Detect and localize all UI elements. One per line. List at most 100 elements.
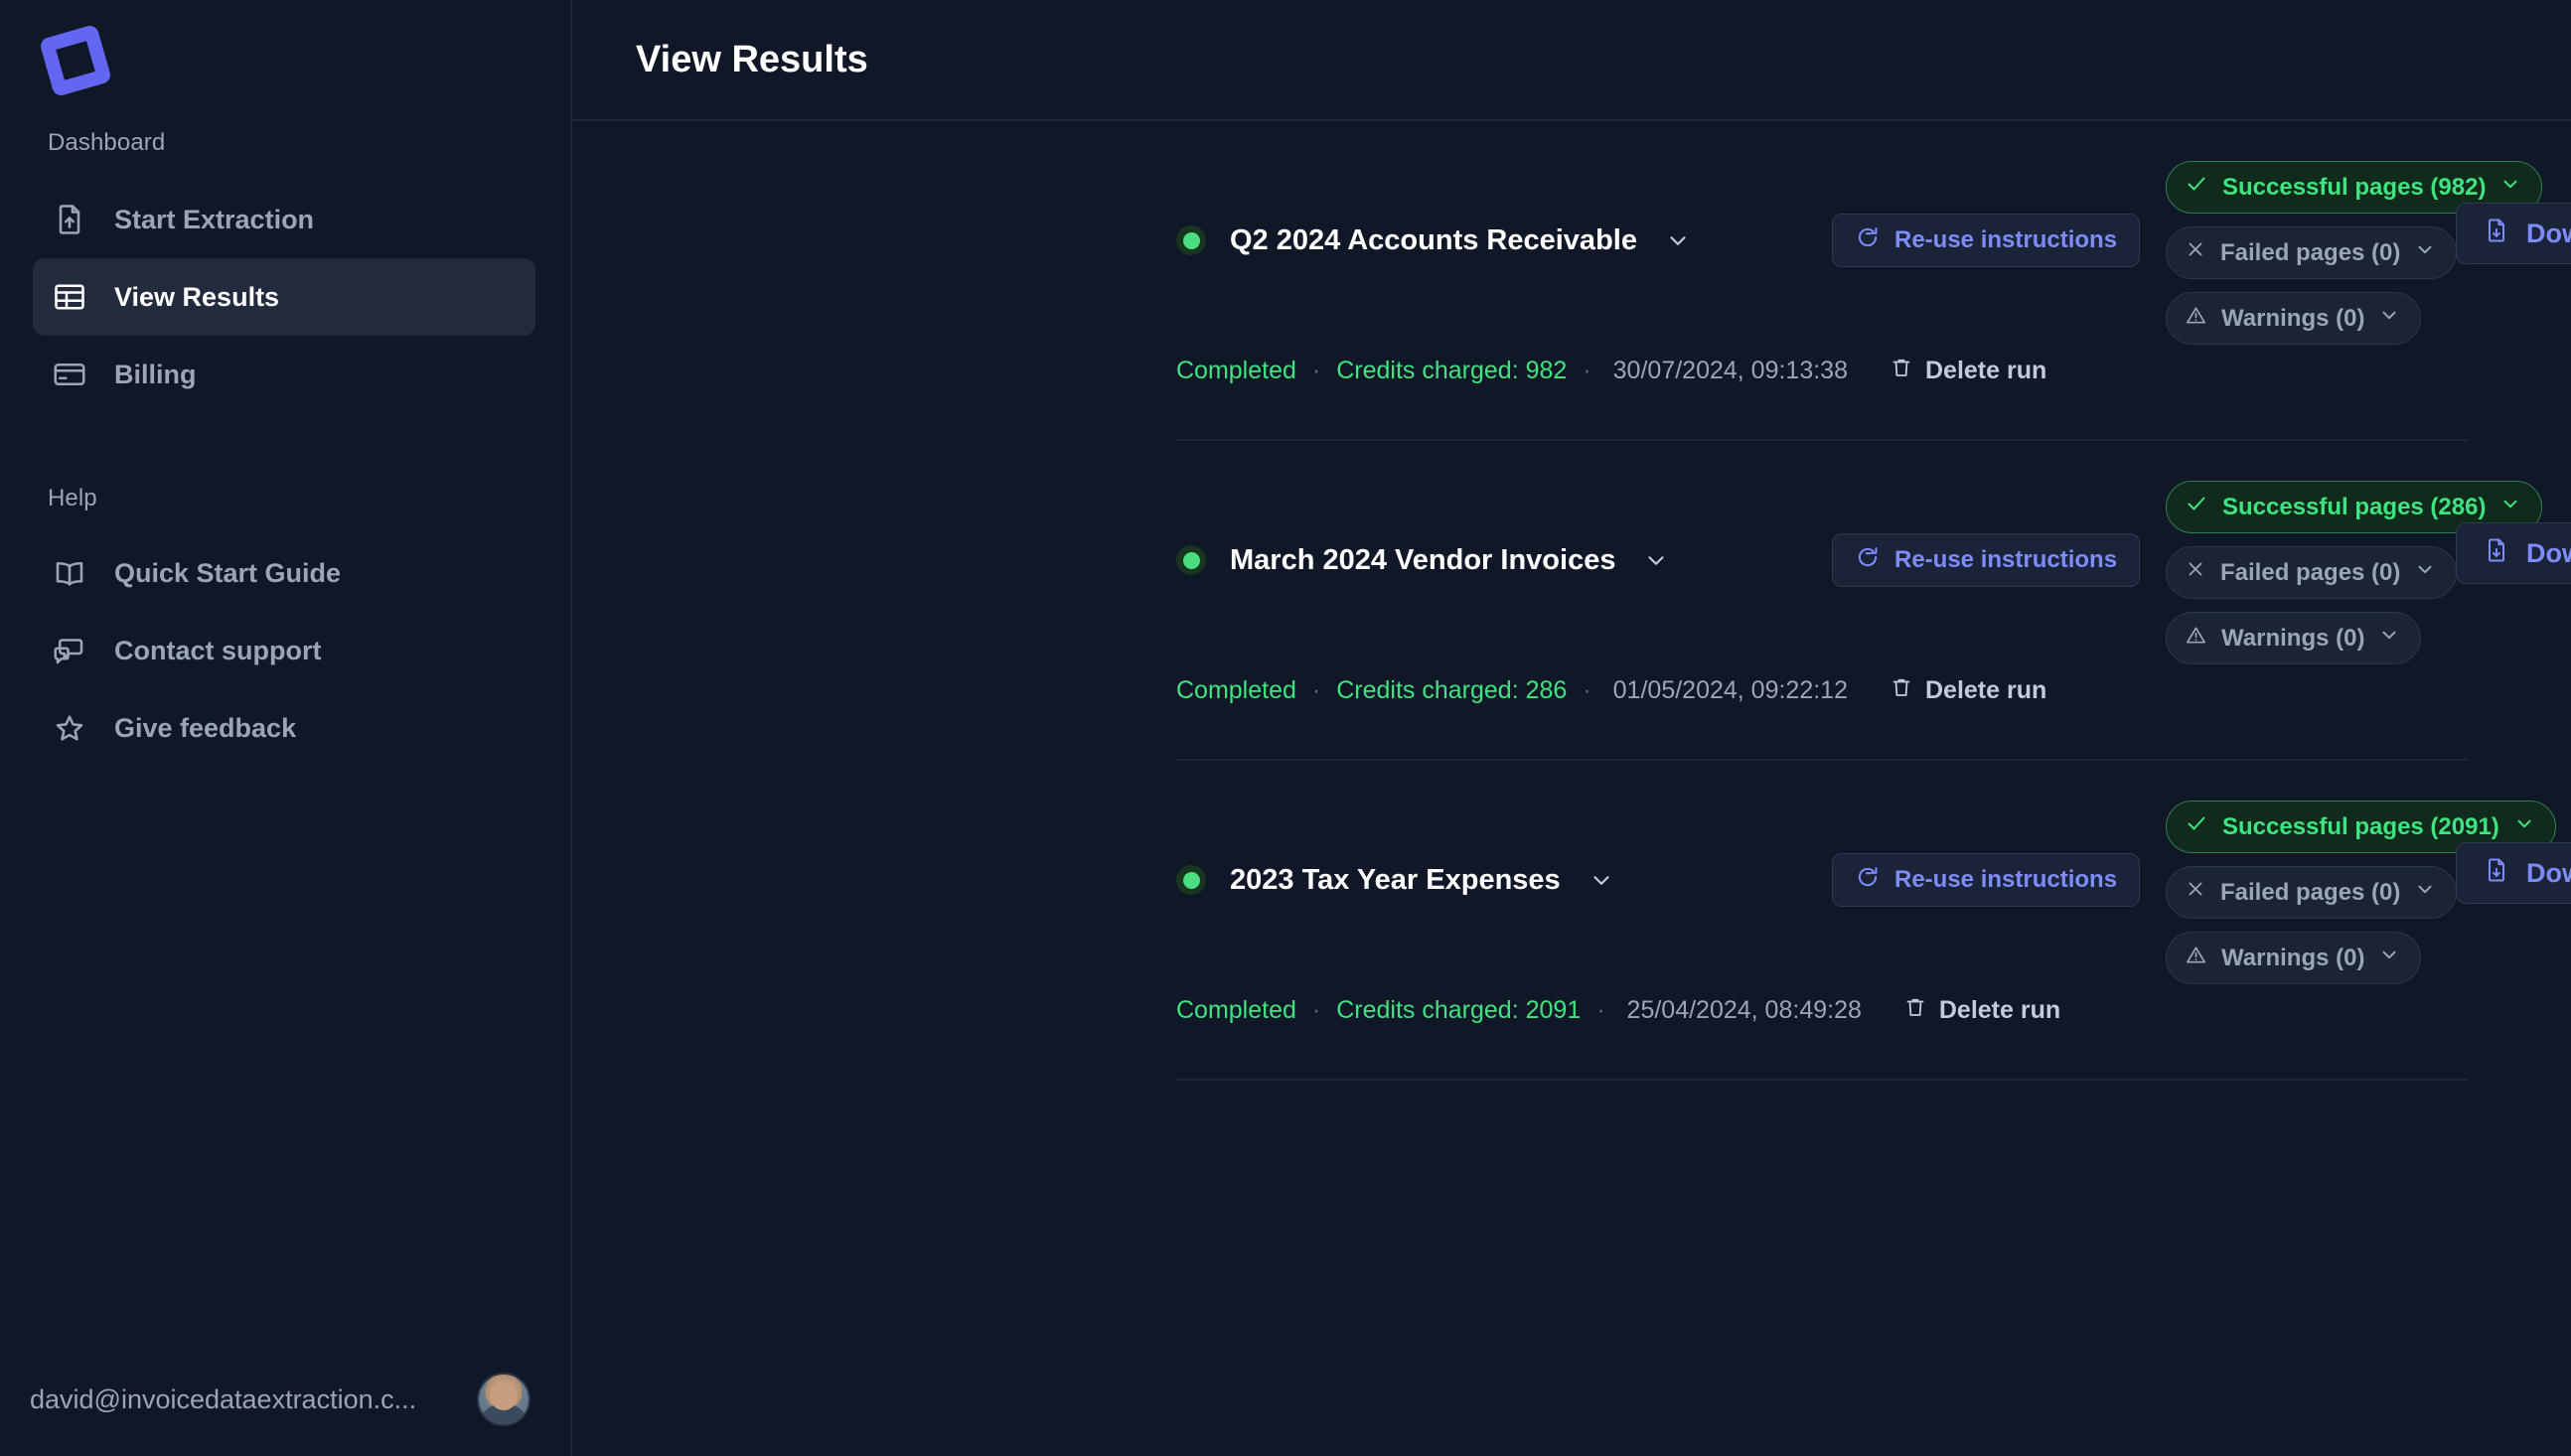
status-badge-failed-label: Failed pages (0) [2220,878,2401,906]
file-download-icon [2483,856,2510,891]
star-icon [51,709,88,747]
meta-separator: · [1311,996,1321,1024]
run-meta: Completed · Credits charged: 982 · 30/07… [1176,356,2046,386]
reuse-instructions-button[interactable]: Re-use instructions [1832,853,2141,907]
run-name: March 2024 Vendor Invoices [1230,543,1616,576]
reuse-instructions-button[interactable]: Re-use instructions [1832,533,2141,587]
reuse-instructions-button[interactable]: Re-use instructions [1832,214,2141,267]
check-icon [2185,811,2208,842]
logo-container[interactable] [0,0,570,129]
chevron-down-icon[interactable] [2513,812,2535,841]
sidebar-item-start-extraction[interactable]: Start Extraction [33,181,535,258]
run-status-text: Completed [1176,357,1296,384]
table-row: Q2 2024 Accounts Receivable Re-use instr… [1176,121,2571,441]
page-title: View Results [636,38,868,80]
meta-separator: · [1583,357,1591,384]
download-spreadsheet-button[interactable]: Download spreadsheet [2456,842,2571,904]
sidebar-item-view-results[interactable]: View Results [33,258,535,336]
download-spreadsheet-button[interactable]: Download spreadsheet [2456,203,2571,264]
run-name: 2023 Tax Year Expenses [1230,863,1561,896]
meta-separator: · [1311,357,1321,384]
reuse-instructions-label: Re-use instructions [1894,226,2118,253]
delete-run-button[interactable]: Delete run [1890,356,2046,386]
delete-run-label: Delete run [1924,357,2047,384]
chat-bubbles-icon [51,632,88,669]
chevron-down-icon[interactable] [1665,227,1691,253]
chevron-down-icon[interactable] [2499,493,2521,521]
table-row: 2023 Tax Year Expenses Re-use instructio… [1176,761,2571,1081]
status-badge-warnings[interactable]: Warnings (0) [2166,932,2422,984]
run-credits: Credits charged: 982 [1336,357,1568,384]
chevron-down-icon[interactable] [2378,304,2400,333]
status-badge-failed-pages[interactable]: Failed pages (0) [2166,866,2458,919]
status-dot-success-icon [1176,865,1206,895]
app-root: Dashboard Start Extraction View Results … [0,0,2571,1456]
run-credits: Credits charged: 286 [1336,676,1568,704]
chevron-down-icon[interactable] [2414,558,2436,587]
run-status-text: Completed [1176,676,1296,704]
chevron-down-icon[interactable] [2499,173,2521,202]
user-avatar[interactable] [477,1373,530,1426]
meta-separator: · [1311,676,1321,704]
sidebar-item-label-quick-start-guide: Quick Start Guide [114,557,342,588]
sidebar-section-label-dashboard: Dashboard [48,129,166,156]
app-logo[interactable] [41,26,110,95]
delete-run-label: Delete run [1938,996,2061,1024]
check-icon [2185,172,2208,203]
sidebar-item-billing[interactable]: Billing [33,336,535,413]
delete-run-button[interactable]: Delete run [1890,675,2046,706]
run-main-row: March 2024 Vendor Invoices Re-use instru… [1176,441,2571,679]
download-spreadsheet-label: Download spreadsheet [2526,537,2571,568]
status-badge-failed-label: Failed pages (0) [2220,238,2401,266]
status-badge-successful-label: Successful pages (286) [2222,493,2487,520]
check-icon [2185,492,2208,522]
sidebar-user-row[interactable]: david@invoicedataextraction.c... [0,1373,570,1426]
sidebar-item-label-billing: Billing [114,359,197,389]
status-badge-warnings-label: Warnings (0) [2221,304,2365,332]
book-open-icon [51,554,88,592]
download-spreadsheet-label: Download spreadsheet [2526,218,2571,248]
meta-separator: · [1596,996,1605,1024]
run-credits: Credits charged: 2091 [1336,996,1582,1024]
chevron-down-icon[interactable] [2414,878,2436,907]
status-badge-warnings[interactable]: Warnings (0) [2166,612,2422,664]
sidebar-item-give-feedback[interactable]: Give feedback [33,689,535,767]
run-timestamp: 25/04/2024, 08:49:28 [1626,996,1862,1024]
status-badge-failed-pages[interactable]: Failed pages (0) [2166,546,2458,599]
download-spreadsheet-button[interactable]: Download spreadsheet [2456,522,2571,584]
sidebar-item-contact-support[interactable]: Contact support [33,612,535,689]
status-badge-failed-pages[interactable]: Failed pages (0) [2166,226,2458,279]
sidebar-item-label-give-feedback: Give feedback [114,712,297,743]
chevron-down-icon[interactable] [2378,624,2400,653]
warning-triangle-icon [2185,304,2207,334]
warning-triangle-icon [2185,944,2207,973]
run-status-text: Completed [1176,996,1296,1024]
sidebar-item-quick-start-guide[interactable]: Quick Start Guide [33,534,535,612]
status-badge-warnings-label: Warnings (0) [2221,944,2365,971]
reuse-icon [1855,544,1881,577]
close-icon [2185,878,2206,907]
runs-list: Q2 2024 Accounts Receivable Re-use instr… [572,121,2571,1081]
chevron-down-icon[interactable] [1588,867,1614,893]
trash-icon [1890,675,1913,706]
close-icon [2185,558,2206,587]
user-email: david@invoicedataextraction.c... [30,1383,417,1414]
chevron-down-icon[interactable] [1643,547,1669,573]
chevron-down-icon[interactable] [2414,238,2436,267]
status-badge-failed-label: Failed pages (0) [2220,558,2401,586]
run-timestamp: 01/05/2024, 09:22:12 [1612,676,1848,704]
sidebar-item-label-view-results: View Results [114,281,280,312]
sidebar-item-label-contact-support: Contact support [114,635,322,665]
chevron-down-icon[interactable] [2378,944,2400,972]
sidebar-nav-dashboard: Start Extraction View Results Billing [0,181,570,413]
sidebar-item-label-start-extraction: Start Extraction [114,204,315,234]
run-timestamp: 30/07/2024, 09:13:38 [1612,357,1848,384]
sidebar-section-dashboard: Dashboard Start Extraction View Results … [0,129,570,413]
run-title-group: March 2024 Vendor Invoices [1176,544,1832,577]
reuse-icon [1855,224,1881,257]
delete-run-button[interactable]: Delete run [1903,995,2060,1026]
status-badge-warnings[interactable]: Warnings (0) [2166,292,2422,345]
trash-icon [1890,356,1913,386]
run-meta: Completed · Credits charged: 286 · 01/05… [1176,675,2046,706]
sidebar: Dashboard Start Extraction View Results … [0,0,572,1456]
